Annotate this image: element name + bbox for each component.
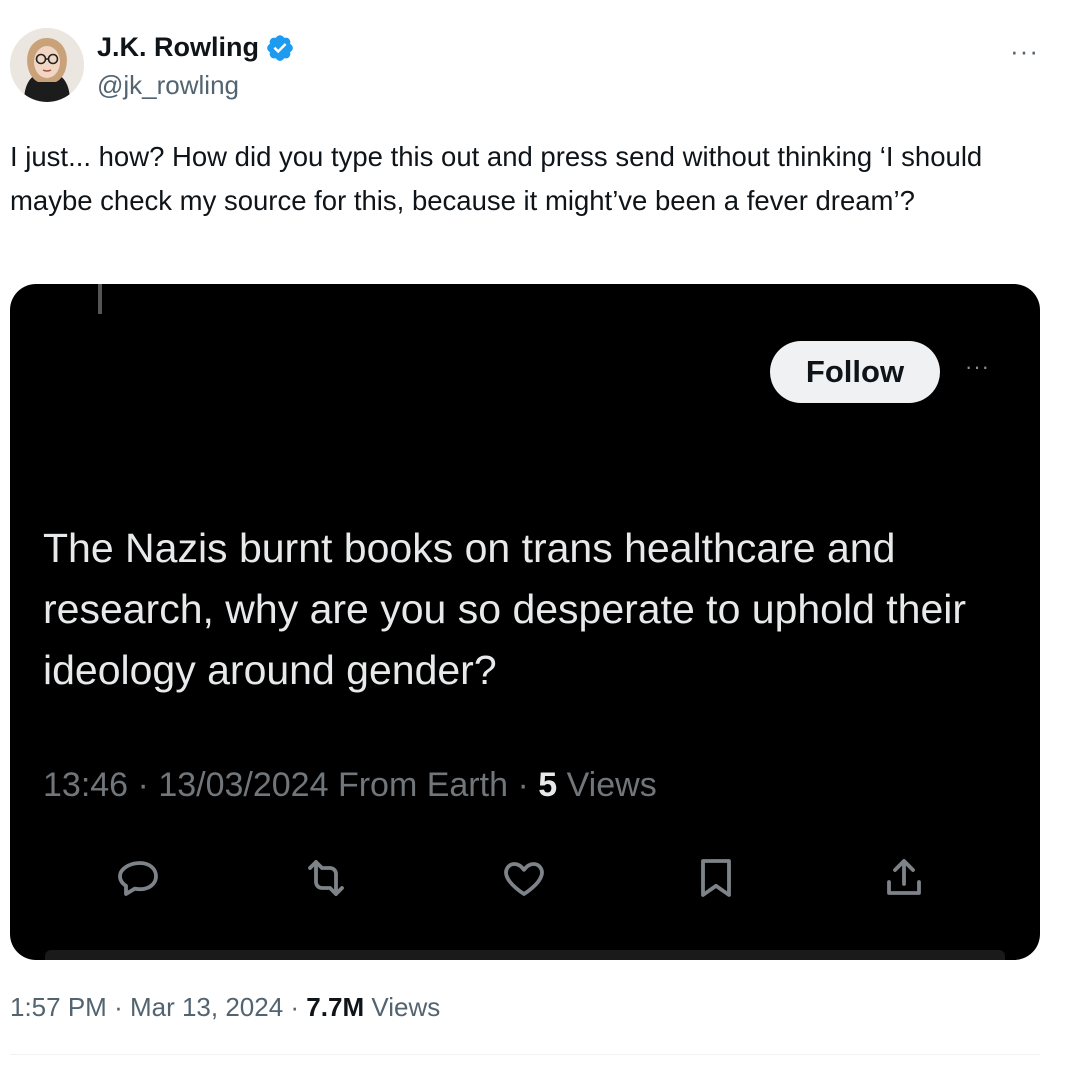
author-display-name-row[interactable]: J.K. Rowling <box>97 32 295 63</box>
tweet-time[interactable]: 1:57 PM <box>10 992 107 1022</box>
separator-dot: · <box>517 766 539 804</box>
verified-badge-icon <box>267 34 293 61</box>
bookmark-icon <box>692 854 740 902</box>
screenshot-time: 13:46 <box>43 766 129 804</box>
author-display-name[interactable]: J.K. Rowling <box>97 32 259 63</box>
reply-icon <box>116 854 164 902</box>
separator-dot: · <box>290 992 307 1022</box>
tweet-views-label: Views <box>371 992 441 1022</box>
screenshot-tweet-text: The Nazis burnt books on trans healthcar… <box>43 525 967 693</box>
quoted-screenshot-image[interactable]: Follow ··· The Nazis burnt books on tran… <box>10 284 1040 960</box>
screenshot-more-icon: ··· <box>965 354 990 379</box>
tweet-views-count[interactable]: 7.7M <box>306 992 364 1022</box>
tweet-date[interactable]: Mar 13, 2024 <box>130 992 283 1022</box>
separator-dot: · <box>114 992 130 1022</box>
divider <box>10 1054 1040 1055</box>
screenshot-tweet-meta: 13:46 · 13/03/2024 From Earth · 5 Views <box>43 766 657 805</box>
separator-dot: · <box>137 766 159 804</box>
screenshot-views-count: 5 <box>538 766 558 804</box>
share-icon <box>880 854 928 902</box>
avatar[interactable] <box>10 28 84 102</box>
like-icon <box>500 854 548 902</box>
author-handle[interactable]: @jk_rowling <box>97 70 239 101</box>
thread-line <box>98 284 102 314</box>
tweet-meta: 1:57 PM · Mar 13, 2024 · 7.7M Views <box>10 992 440 1023</box>
screenshot-views-label: Views <box>566 766 657 804</box>
screenshot-date: 13/03/2024 <box>158 766 329 804</box>
tweet-text: I just... how? How did you type this out… <box>10 141 983 216</box>
retweet-icon <box>302 854 350 902</box>
screenshot-bottom-bar <box>45 950 1005 960</box>
screenshot-location: From Earth <box>337 766 508 804</box>
follow-button: Follow <box>770 341 940 403</box>
more-options-icon[interactable]: ··· <box>1010 36 1039 67</box>
